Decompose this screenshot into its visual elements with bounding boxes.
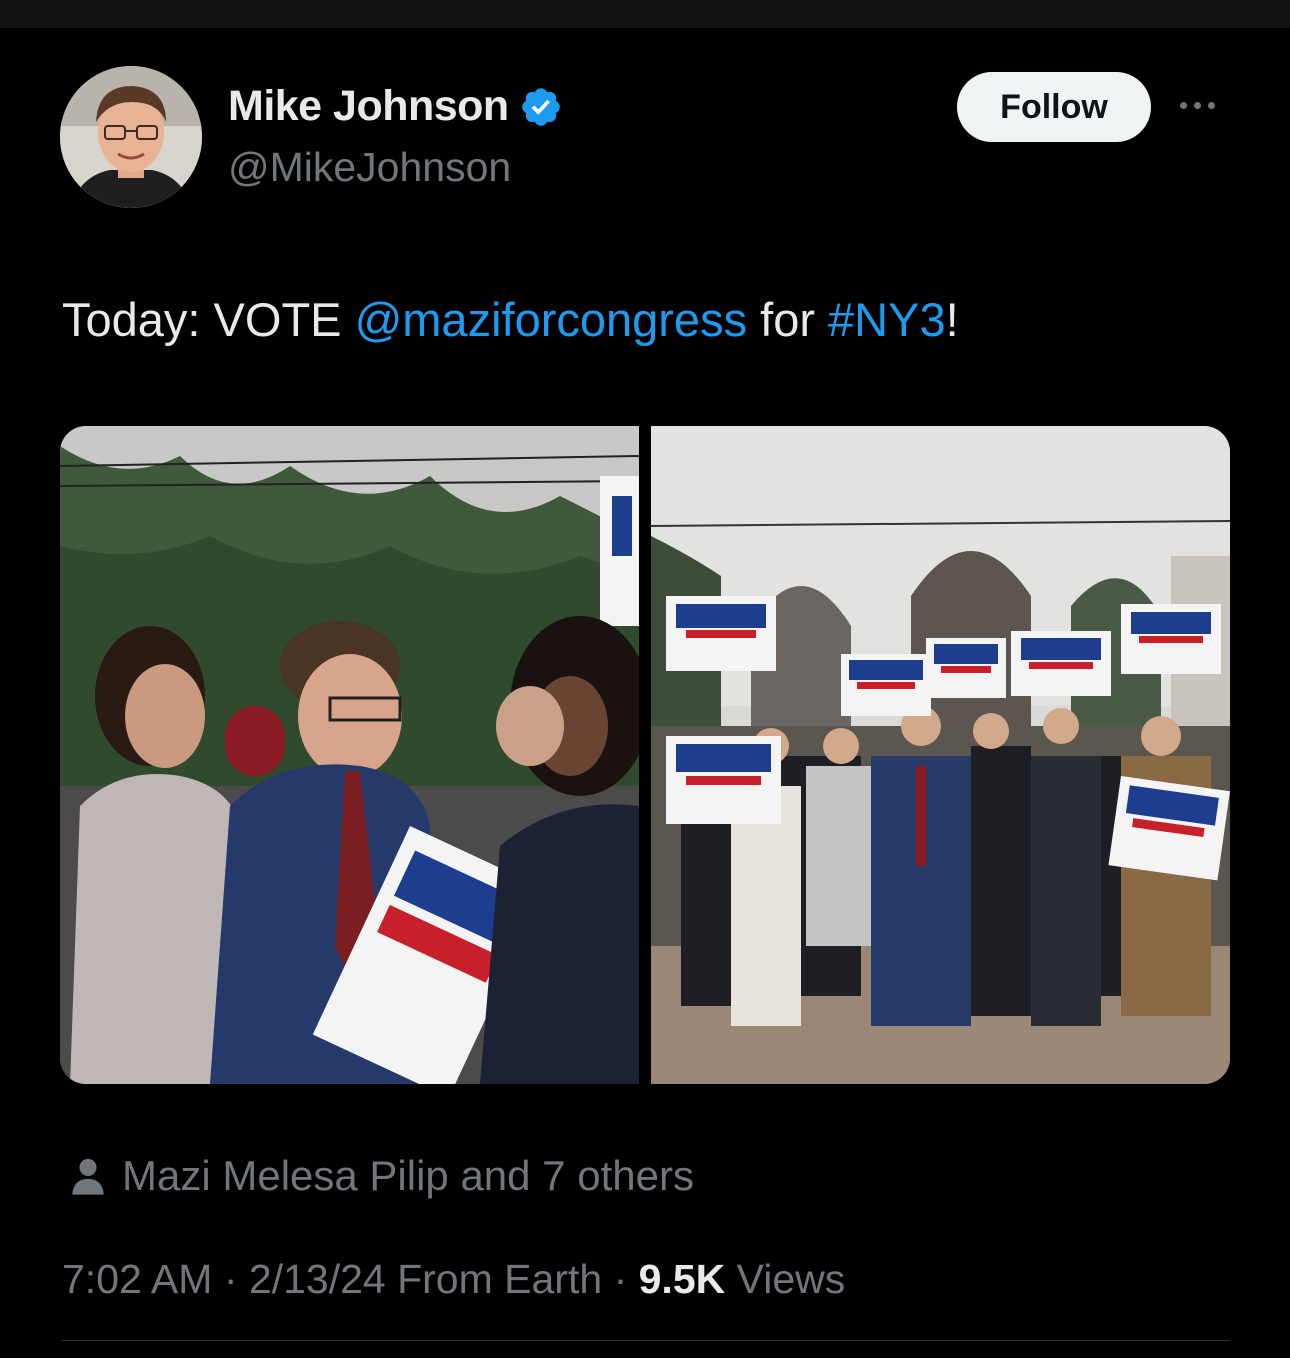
tweet-metadata: 7:02 AM · 2/13/24 From Earth · 9.5K View… — [62, 1256, 845, 1303]
separator: · — [223, 1256, 238, 1302]
mention-link[interactable]: @maziforcongress — [355, 293, 748, 346]
follow-button[interactable]: Follow — [957, 72, 1151, 142]
tweet-date[interactable]: 2/13/24 — [249, 1256, 386, 1302]
tweet-source: From Earth — [397, 1256, 603, 1302]
top-bar — [0, 0, 1290, 28]
author-avatar[interactable] — [60, 66, 202, 208]
tweet-text: Today: VOTE @maziforcongress for #NY3! — [62, 292, 959, 347]
dot — [1194, 101, 1201, 109]
dot — [1208, 101, 1215, 109]
tweet-text-suffix: ! — [945, 293, 959, 346]
verified-badge-icon — [521, 87, 560, 126]
dot — [1180, 101, 1187, 109]
author-handle[interactable]: @MikeJohnson — [228, 144, 511, 191]
tweet-text-middle: for — [747, 293, 829, 346]
photo-right[interactable] — [651, 426, 1230, 1084]
tweet-text-prefix: Today: VOTE — [62, 293, 355, 346]
tweet-time[interactable]: 7:02 AM — [62, 1256, 212, 1302]
author-name[interactable]: Mike Johnson — [228, 82, 509, 131]
more-dots-icon[interactable] — [1180, 90, 1228, 120]
photo-left-image — [60, 426, 639, 1084]
divider — [62, 1340, 1230, 1341]
photo-right-image — [651, 426, 1230, 1084]
tagged-people-label: Mazi Melesa Pilip and 7 others — [122, 1152, 694, 1199]
person-icon — [72, 1158, 104, 1195]
photo-left[interactable] — [60, 426, 639, 1084]
separator: · — [613, 1256, 628, 1302]
tweet-media — [60, 426, 1230, 1084]
hashtag-link[interactable]: #NY3 — [828, 293, 946, 346]
avatar-portrait — [60, 66, 202, 208]
views-count: 9.5K — [638, 1256, 726, 1302]
author-name-row[interactable]: Mike Johnson — [228, 82, 563, 131]
views-label: Views — [736, 1256, 846, 1302]
tagged-people[interactable]: Mazi Melesa Pilip and 7 others — [70, 1152, 694, 1200]
